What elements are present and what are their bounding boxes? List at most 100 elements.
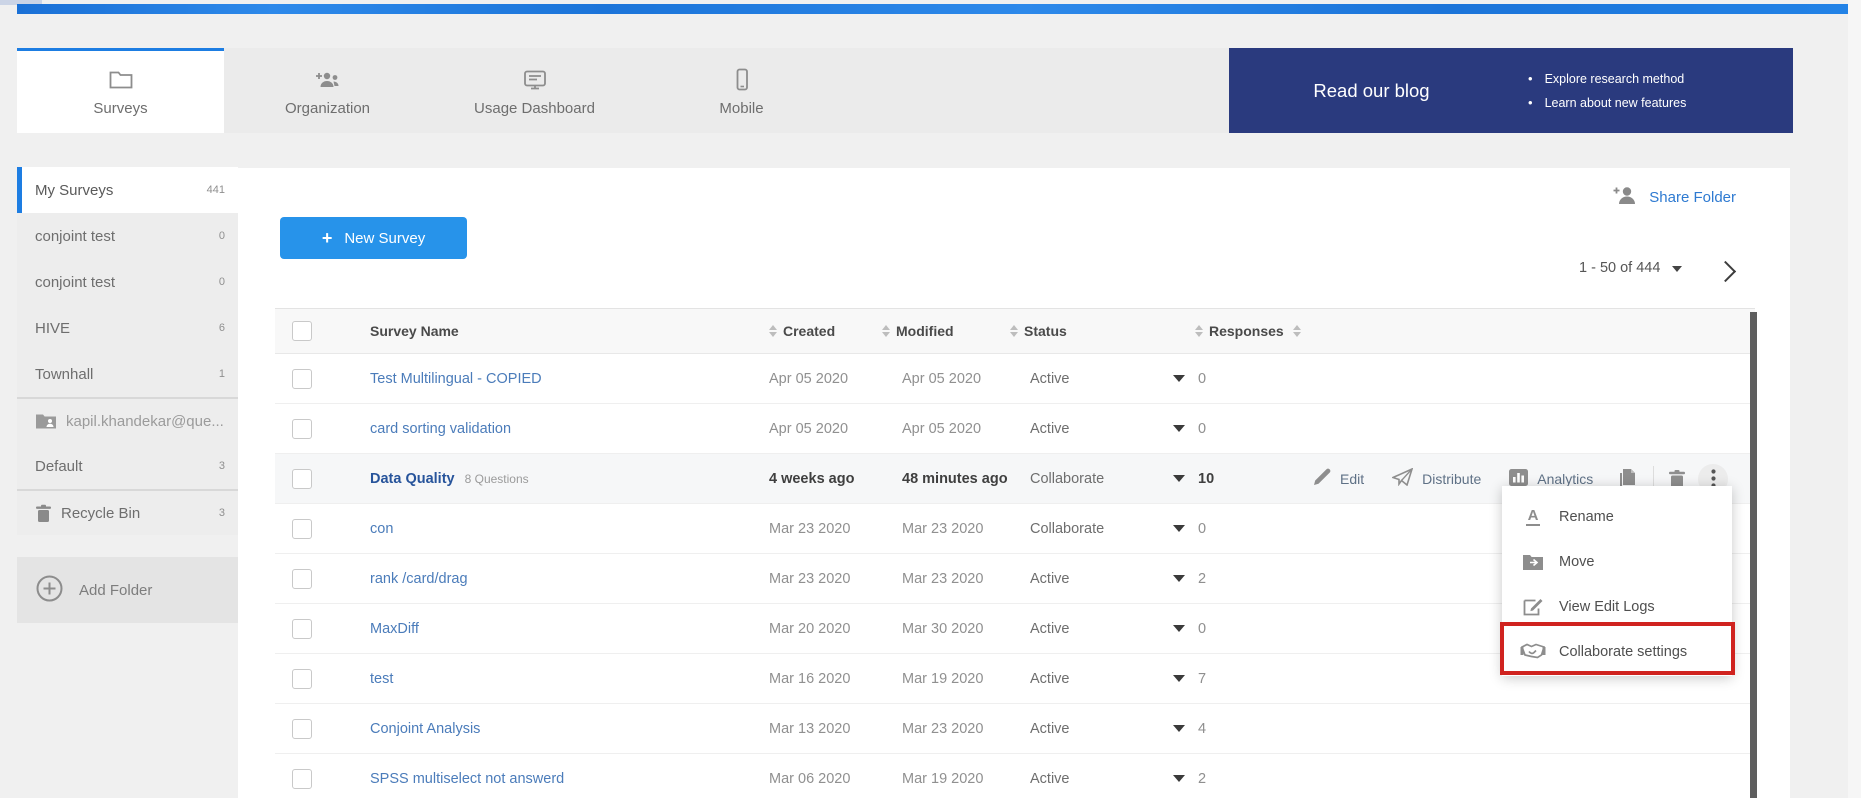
menu-item-move[interactable]: Move bbox=[1502, 539, 1732, 584]
table-header-row: Survey Name Created Modified Status bbox=[275, 308, 1755, 354]
status-dropdown-caret[interactable] bbox=[1173, 625, 1185, 632]
created-cell: Apr 05 2020 bbox=[749, 371, 882, 387]
person-add-icon bbox=[1612, 184, 1638, 210]
modified-cell: Apr 05 2020 bbox=[882, 371, 1010, 387]
tab-mobile[interactable]: Mobile bbox=[638, 48, 845, 133]
row-checkbox[interactable] bbox=[292, 769, 312, 789]
tab-usage-dashboard[interactable]: Usage Dashboard bbox=[431, 48, 638, 133]
sort-icon[interactable] bbox=[1010, 325, 1018, 337]
status-label: Active bbox=[1030, 421, 1070, 437]
survey-name-link[interactable]: SPSS multiselect not answerd bbox=[370, 771, 564, 787]
modified-cell: Mar 19 2020 bbox=[882, 771, 1010, 787]
column-survey-name: Survey Name bbox=[350, 323, 749, 339]
new-survey-button[interactable]: + New Survey bbox=[280, 217, 467, 259]
folder-user-icon bbox=[35, 413, 57, 429]
status-dropdown-caret[interactable] bbox=[1173, 775, 1185, 782]
edit-button[interactable]: Edit bbox=[1313, 468, 1364, 489]
status-dropdown-caret[interactable] bbox=[1173, 575, 1185, 582]
sidebar-folder-item[interactable]: conjoint test 0 bbox=[17, 213, 238, 259]
survey-name-link[interactable]: Test Multilingual - COPIED bbox=[370, 371, 542, 387]
status-dropdown-caret[interactable] bbox=[1173, 425, 1185, 432]
share-folder-label: Share Folder bbox=[1649, 189, 1736, 206]
distribute-button[interactable]: Distribute bbox=[1392, 468, 1481, 489]
row-checkbox[interactable] bbox=[292, 369, 312, 389]
modified-cell: Apr 05 2020 bbox=[882, 421, 1010, 437]
plus-circle-icon bbox=[36, 575, 63, 606]
next-page-chevron[interactable] bbox=[1715, 261, 1736, 282]
folder-label: Townhall bbox=[35, 366, 219, 383]
sidebar-folder-item[interactable]: conjoint test 0 bbox=[17, 259, 238, 305]
share-folder-button[interactable]: Share Folder bbox=[1612, 184, 1736, 210]
status-label: Active bbox=[1030, 771, 1070, 787]
status-label: Active bbox=[1030, 671, 1070, 687]
tab-label: Organization bbox=[285, 100, 370, 117]
sort-icon[interactable] bbox=[882, 325, 890, 337]
status-label: Active bbox=[1030, 721, 1070, 737]
folder-count: 6 bbox=[219, 322, 225, 334]
survey-name-link[interactable]: rank /card/drag bbox=[370, 571, 468, 587]
folder-count: 1 bbox=[219, 368, 225, 380]
row-checkbox[interactable] bbox=[292, 519, 312, 539]
row-checkbox[interactable] bbox=[292, 569, 312, 589]
menu-item-rename[interactable]: A Rename bbox=[1502, 494, 1732, 539]
blog-promo-banner[interactable]: Read our blog Explore research method Le… bbox=[1229, 48, 1793, 133]
folder-label: HIVE bbox=[35, 320, 219, 337]
survey-name-link[interactable]: card sorting validation bbox=[370, 421, 511, 437]
sidebar-folder-item[interactable]: Recycle Bin 3 bbox=[17, 489, 238, 535]
responses-cell: 0 bbox=[1195, 421, 1313, 437]
plus-icon: + bbox=[322, 228, 333, 249]
survey-name-link[interactable]: test bbox=[370, 671, 393, 687]
survey-name-link[interactable]: MaxDiff bbox=[370, 621, 419, 637]
pagination-control[interactable]: 1 - 50 of 444 bbox=[1579, 260, 1682, 276]
modified-cell: Mar 30 2020 bbox=[882, 621, 1010, 637]
page-scrollbar-track[interactable] bbox=[1848, 0, 1861, 798]
blog-promo-title[interactable]: Read our blog bbox=[1229, 80, 1514, 102]
row-checkbox[interactable] bbox=[292, 419, 312, 439]
status-dropdown-caret[interactable] bbox=[1173, 475, 1185, 482]
status-label: Active bbox=[1030, 371, 1070, 387]
survey-name-link[interactable]: Conjoint Analysis bbox=[370, 721, 480, 737]
row-checkbox[interactable] bbox=[292, 719, 312, 739]
sort-icon[interactable] bbox=[1195, 325, 1203, 337]
add-folder-label: Add Folder bbox=[79, 582, 152, 599]
add-folder-button[interactable]: Add Folder bbox=[17, 557, 238, 623]
status-dropdown-caret[interactable] bbox=[1173, 525, 1185, 532]
sidebar-folder-item[interactable]: Townhall 1 bbox=[17, 351, 238, 397]
survey-name-link[interactable]: Data Quality bbox=[370, 471, 455, 487]
row-checkbox[interactable] bbox=[292, 469, 312, 489]
survey-name-link[interactable]: con bbox=[370, 521, 393, 537]
folder-count: 3 bbox=[219, 460, 225, 472]
folder-count: 0 bbox=[219, 276, 225, 288]
created-cell: Apr 05 2020 bbox=[749, 421, 882, 437]
sidebar-folder-item[interactable]: HIVE 6 bbox=[17, 305, 238, 351]
folder-count: 441 bbox=[207, 184, 225, 196]
status-dropdown-caret[interactable] bbox=[1173, 675, 1185, 682]
folder-icon bbox=[108, 68, 134, 92]
status-dropdown-caret[interactable] bbox=[1173, 725, 1185, 732]
modified-cell: 48 minutes ago bbox=[882, 471, 1010, 487]
folder-label: Recycle Bin bbox=[61, 505, 219, 522]
sort-icon[interactable] bbox=[1293, 325, 1301, 337]
blog-promo-bullets: Explore research method Learn about new … bbox=[1528, 71, 1686, 110]
tab-organization[interactable]: Organization bbox=[224, 48, 431, 133]
pagination-caret-icon[interactable] bbox=[1672, 266, 1682, 272]
table-scrollbar-thumb[interactable] bbox=[1750, 312, 1757, 798]
created-cell: 4 weeks ago bbox=[749, 471, 882, 487]
sidebar-folder-item[interactable]: My Surveys 441 bbox=[17, 167, 238, 213]
sort-icon[interactable] bbox=[769, 325, 777, 337]
tab-surveys[interactable]: Surveys bbox=[17, 48, 224, 133]
edit-logs-icon bbox=[1520, 597, 1546, 616]
sidebar-folder-item[interactable]: Default 3 bbox=[17, 443, 238, 489]
people-add-icon bbox=[314, 68, 342, 92]
survey-dashboard-screen: Surveys Organization Usage Dashboard bbox=[0, 0, 1861, 798]
row-checkbox[interactable] bbox=[292, 669, 312, 689]
modified-cell: Mar 23 2020 bbox=[882, 571, 1010, 587]
responses-cell: 7 bbox=[1195, 671, 1313, 687]
status-dropdown-caret[interactable] bbox=[1173, 375, 1185, 382]
responses-cell: 4 bbox=[1195, 721, 1313, 737]
select-all-checkbox[interactable] bbox=[292, 321, 312, 341]
created-cell: Mar 23 2020 bbox=[749, 571, 882, 587]
sidebar-folder-item[interactable]: kapil.khandekar@que... bbox=[17, 397, 238, 443]
row-checkbox[interactable] bbox=[292, 619, 312, 639]
modified-cell: Mar 19 2020 bbox=[882, 671, 1010, 687]
